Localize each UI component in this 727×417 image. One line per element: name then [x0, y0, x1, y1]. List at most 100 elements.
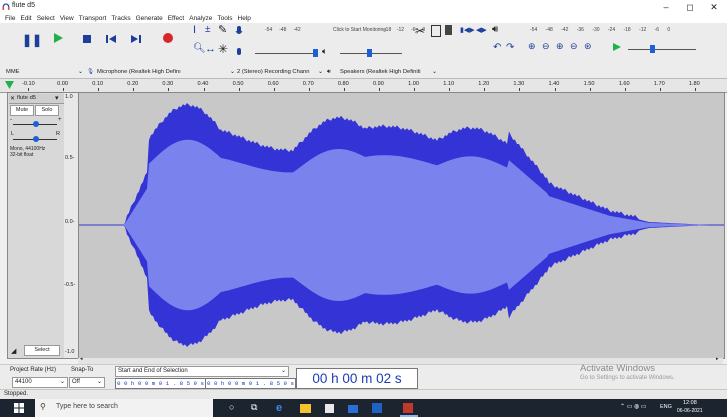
ruler-tick-label: 0.80: [337, 81, 349, 87]
trim-icon[interactable]: ▮◀▶: [460, 26, 475, 34]
mail-icon[interactable]: [348, 405, 358, 413]
pan-thumb[interactable]: [33, 136, 39, 142]
selection-start-time[interactable]: 0 0 h 0 0 m 0 1 . 8 5 9 s: [115, 378, 206, 389]
file-explorer-icon[interactable]: [300, 404, 311, 413]
clock-date[interactable]: 06-06-2021: [677, 408, 703, 414]
title-bar: flute d5 – ◻ ✕: [0, 0, 727, 14]
task-view-icon[interactable]: ⧉: [251, 402, 263, 414]
record-meter-scale[interactable]: -54 -48 -42: [265, 27, 301, 33]
pause-button[interactable]: ❚❚: [22, 32, 42, 49]
collapse-track-icon[interactable]: ◢: [11, 347, 16, 355]
menu-tools[interactable]: Tools: [217, 14, 232, 23]
audacity-taskbar-icon[interactable]: [403, 403, 413, 413]
cortana-icon[interactable]: ○: [229, 402, 241, 414]
recording-channels-select[interactable]: 2 (Stereo) Recording Chann: [237, 68, 310, 77]
monitor-hint[interactable]: Click to Start Monitoring: [333, 27, 386, 33]
play-button[interactable]: [49, 32, 66, 49]
system-tray-icons[interactable]: ⌃ ▭ ◍ ▭: [620, 403, 647, 410]
selection-mode-select[interactable]: Start and End of Selection ⌄: [115, 366, 289, 377]
cut-icon[interactable]: ✂: [415, 24, 425, 38]
maximize-button[interactable]: ◻: [679, 1, 701, 13]
mute-button[interactable]: Mute: [10, 105, 34, 116]
envelope-tool-icon[interactable]: ±: [205, 24, 211, 35]
record-button[interactable]: [159, 32, 176, 49]
scroll-right-icon[interactable]: ▸: [716, 356, 719, 362]
scroll-left-icon[interactable]: ◂: [80, 356, 83, 362]
gain-thumb[interactable]: [33, 121, 39, 127]
edge-browser-icon[interactable]: e: [276, 402, 288, 414]
chevron-down-icon[interactable]: ▾: [55, 94, 59, 102]
track-name[interactable]: flute d5: [17, 95, 36, 101]
word-icon[interactable]: [372, 403, 382, 413]
taskbar-search-box[interactable]: ⚲ Type here to search: [35, 399, 213, 417]
multi-tool-icon[interactable]: ✳: [218, 42, 228, 56]
menu-analyze[interactable]: Analyze: [189, 14, 212, 23]
zoom-out-icon[interactable]: ⊖: [542, 41, 550, 52]
record-icon: [162, 33, 173, 43]
ruler-tick-mark: [624, 88, 626, 91]
menu-select[interactable]: Select: [37, 14, 55, 23]
zoom-toggle-icon[interactable]: ⊛: [584, 41, 592, 52]
undo-icon[interactable]: ↶: [493, 42, 501, 53]
windows-start-icon[interactable]: [14, 403, 24, 413]
playback-device-select[interactable]: Speakers (Realtek High Definiti: [340, 68, 421, 77]
track-header[interactable]: ✕ flute d5 ▾: [9, 94, 64, 104]
stop-button[interactable]: [78, 32, 95, 49]
close-button[interactable]: ✕: [703, 1, 725, 13]
language-indicator[interactable]: ENG: [660, 404, 672, 410]
timeshift-tool-icon[interactable]: ↔: [205, 43, 216, 55]
paste-icon[interactable]: [445, 25, 452, 35]
menu-help[interactable]: Help: [238, 14, 251, 23]
amplitude-scale[interactable]: 1.0 0.5- 0.0- -0.5- -1.0: [64, 92, 78, 359]
play-at-speed-icon[interactable]: [612, 42, 622, 52]
play-speed-slider[interactable]: [628, 49, 696, 50]
timeline-ruler[interactable]: -0.10 0.00 0.10 0.20 0.30 0.40 0.50 0.60 0.70 0.8…: [0, 78, 727, 93]
playback-meter-icon[interactable]: 🔊︎: [492, 24, 498, 35]
solo-button[interactable]: Solo: [35, 105, 59, 116]
snap-to-value: Off: [72, 379, 80, 385]
menu-edit[interactable]: Edit: [20, 14, 31, 23]
playback-volume-thumb[interactable]: [367, 49, 372, 57]
clock-time[interactable]: 12:08: [683, 400, 697, 406]
chevron-down-icon[interactable]: ⌄: [432, 68, 437, 77]
play-speed-thumb[interactable]: [650, 45, 655, 53]
chevron-down-icon[interactable]: ⌄: [318, 68, 323, 77]
track-control-panel[interactable]: ✕ flute d5 ▾ Mute Solo - + L R Mono, 441…: [7, 92, 66, 359]
copy-icon[interactable]: [431, 25, 441, 37]
silence-icon[interactable]: ◀▶: [476, 26, 487, 34]
redo-icon[interactable]: ↷: [506, 42, 514, 53]
fit-project-icon[interactable]: ⊖: [570, 41, 578, 52]
menu-tracks[interactable]: Tracks: [111, 14, 130, 23]
select-track-button[interactable]: Select: [24, 345, 60, 356]
audio-host-select[interactable]: MME: [6, 68, 20, 77]
zoom-in-icon[interactable]: ⊕: [528, 41, 536, 52]
menu-view[interactable]: View: [60, 14, 74, 23]
skip-start-button[interactable]: [102, 32, 119, 49]
recording-volume-slider[interactable]: [255, 53, 315, 54]
playback-meter-scale[interactable]: -54 -48 -42 -36 -30 -24 -18 -12 -6 0: [530, 27, 670, 33]
menu-file[interactable]: File: [5, 14, 15, 23]
selection-tool-icon[interactable]: I: [193, 24, 196, 36]
draw-tool-icon[interactable]: ✎: [218, 23, 227, 36]
skip-end-button[interactable]: [127, 32, 144, 49]
waveform-display[interactable]: [78, 92, 725, 359]
chevron-down-icon[interactable]: ⌄: [78, 68, 83, 77]
fit-selection-icon[interactable]: ⊕: [556, 41, 564, 52]
zoom-tool-icon[interactable]: 🔍︎: [193, 43, 206, 54]
recording-device-select[interactable]: Microphone (Realtek High Definı: [97, 68, 181, 77]
menu-generate[interactable]: Generate: [136, 14, 163, 23]
chevron-down-icon[interactable]: ⌄: [230, 68, 235, 77]
ruler-tick-mark: [414, 88, 416, 91]
pin-head-icon[interactable]: [5, 81, 14, 89]
snap-to-select[interactable]: Off ⌄: [69, 377, 105, 388]
audio-position-display[interactable]: 00 h 00 m 02 s: [296, 368, 418, 389]
menu-transport[interactable]: Transport: [79, 14, 107, 23]
close-track-icon[interactable]: ✕: [10, 95, 15, 102]
minimize-button[interactable]: –: [655, 1, 677, 13]
store-icon[interactable]: [325, 404, 334, 413]
menu-effect[interactable]: Effect: [168, 14, 185, 23]
selection-end-time[interactable]: 0 0 h 0 0 m 0 1 . 8 5 9 s: [205, 378, 296, 389]
recording-volume-thumb[interactable]: [313, 49, 318, 57]
project-rate-select[interactable]: 44100 ⌄: [12, 377, 68, 388]
microphone-icon[interactable]: [234, 25, 244, 37]
